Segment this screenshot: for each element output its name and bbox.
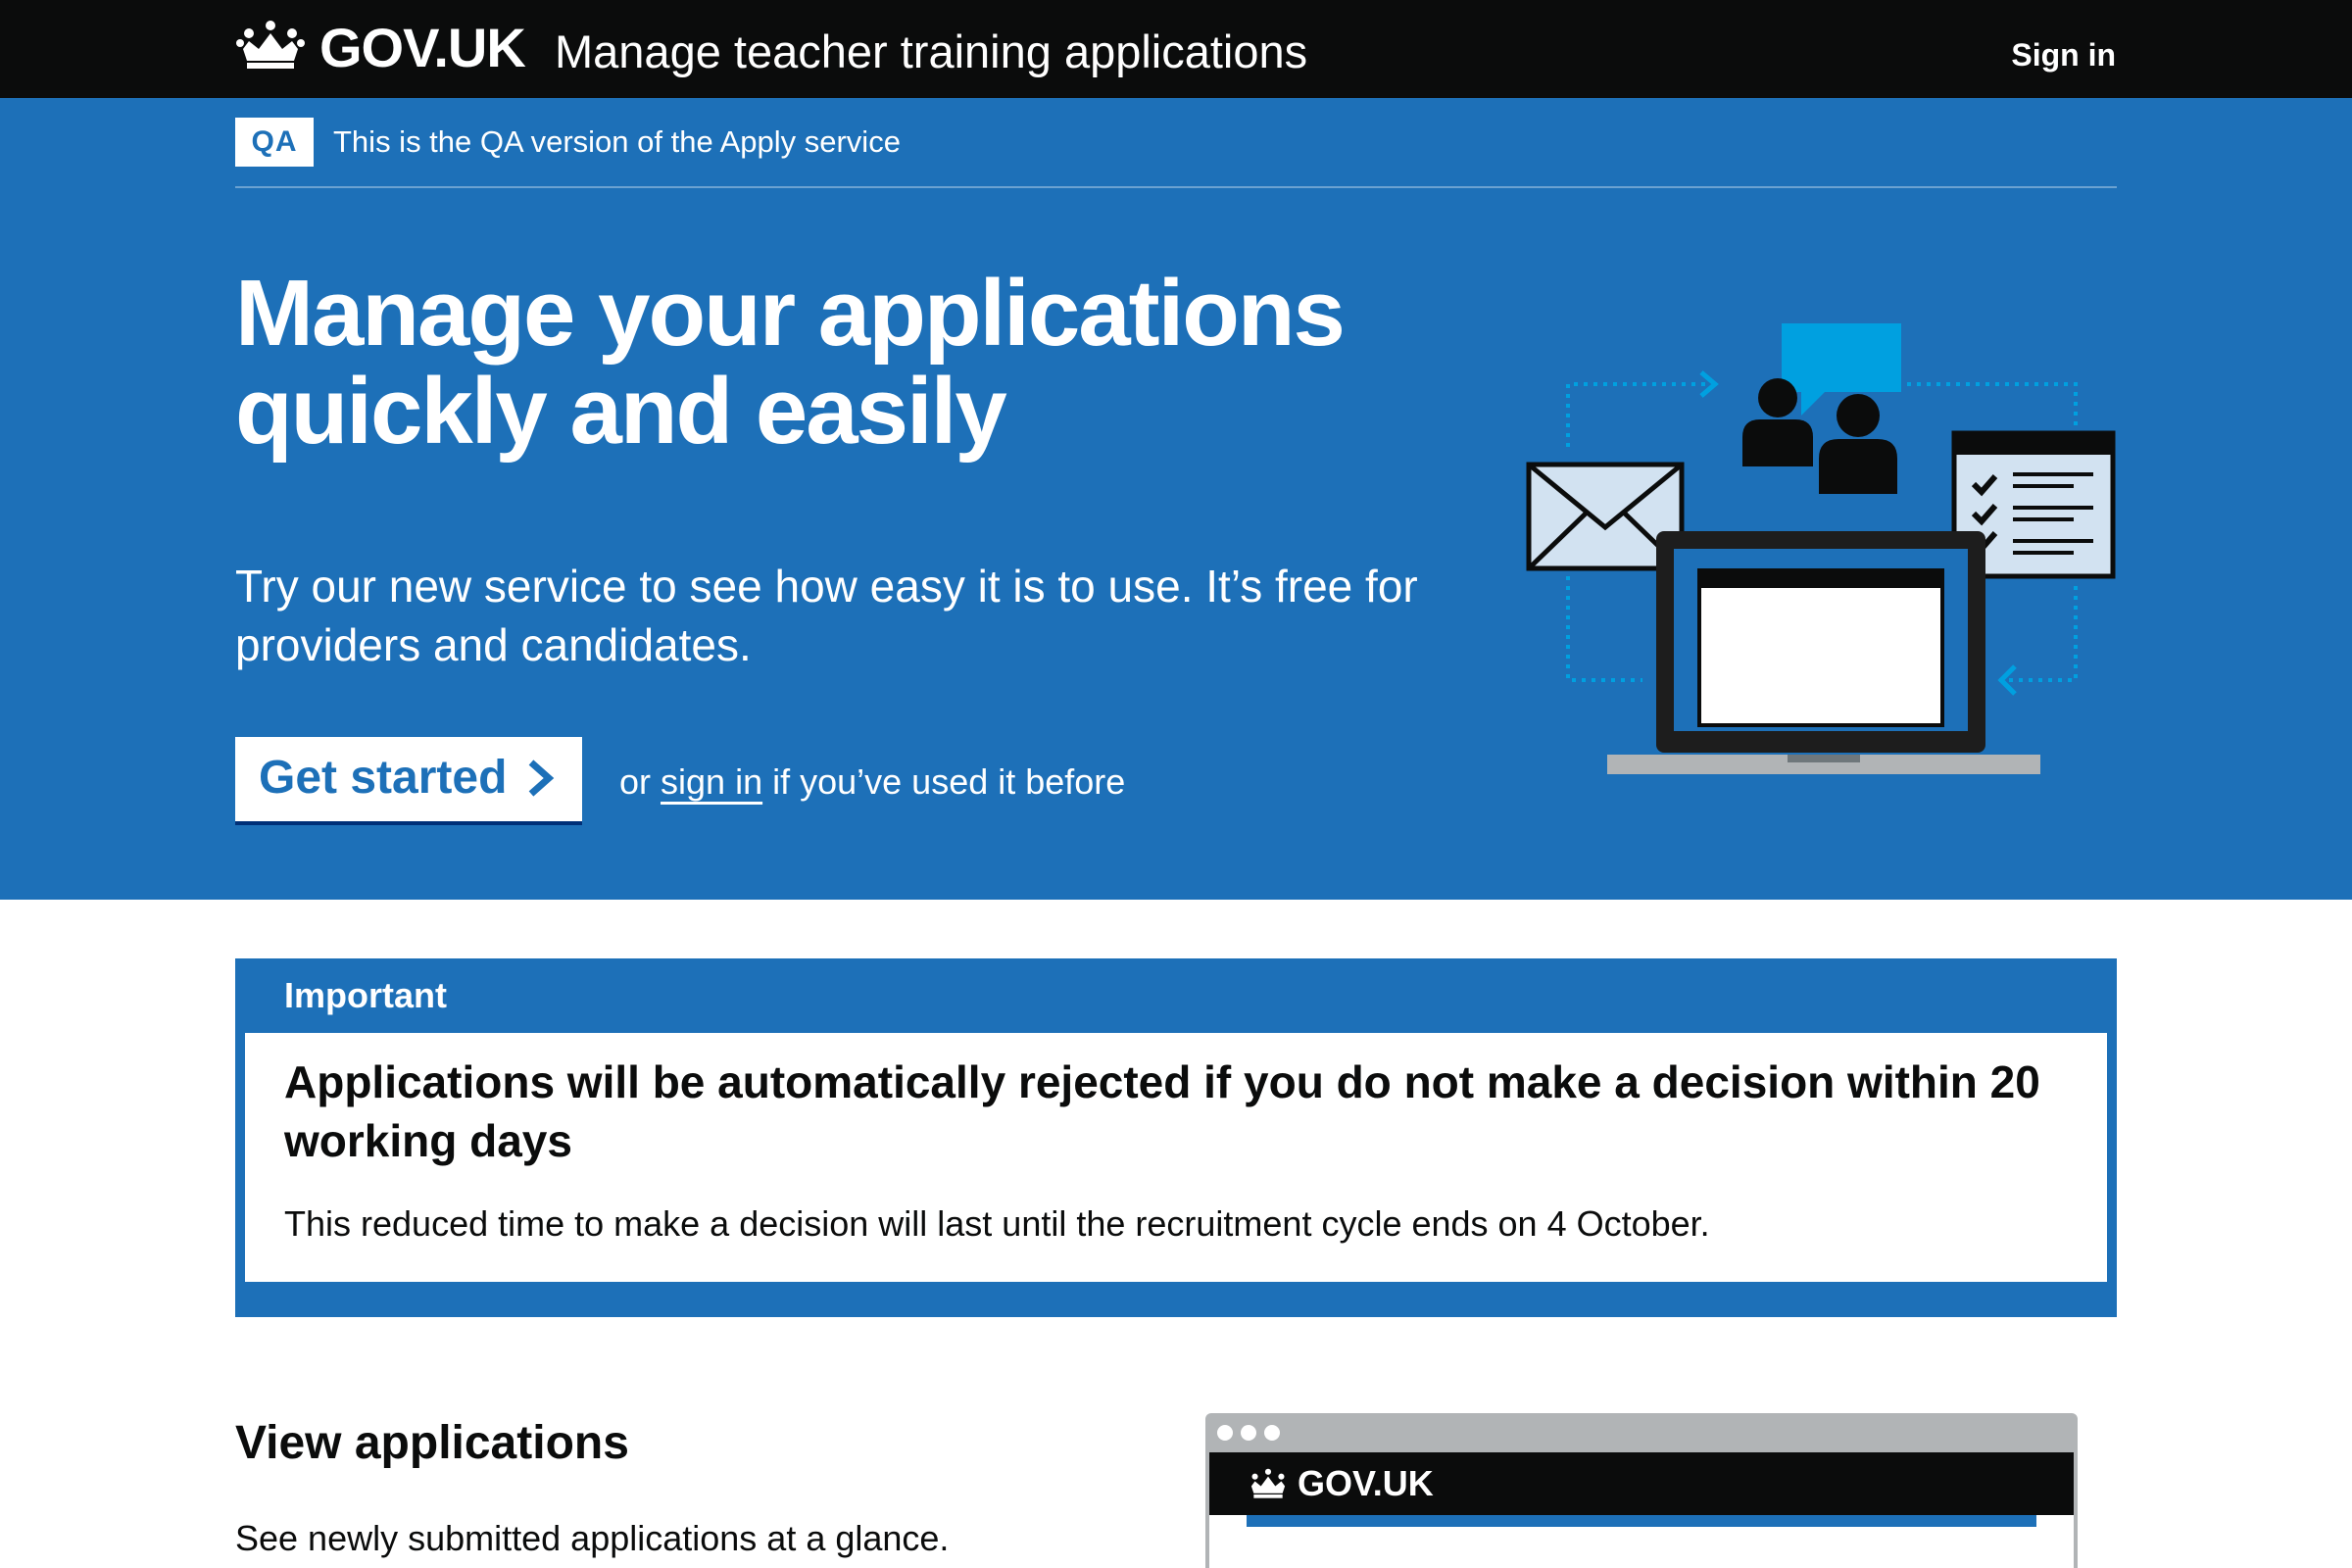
laptop-icon [1607, 531, 2040, 778]
or-prefix: or [619, 761, 652, 802]
hero-title-line-1: Manage your applications [235, 261, 1346, 366]
window-dot [1264, 1425, 1280, 1441]
hero-title: Manage your applications quickly and eas… [235, 265, 1411, 461]
phase-tag: QA [235, 118, 314, 167]
window-dot [1241, 1425, 1256, 1441]
hero-title-line-2: quickly and easily [235, 359, 1007, 464]
govuk-logo[interactable]: GOV.UK [319, 14, 526, 82]
site-header: GOV.UK Manage teacher training applicati… [0, 0, 2352, 98]
get-started-button[interactable]: Get started [235, 737, 582, 821]
phase-banner-divider [235, 186, 2117, 188]
browser-preview: GOV.UK [1205, 1413, 2078, 1568]
get-started-label: Get started [259, 752, 508, 804]
hero-section: QA This is the QA version of the Apply s… [0, 98, 2352, 900]
preview-blue-bar [1247, 1515, 2036, 1527]
browser-window-dots [1217, 1425, 1288, 1446]
view-applications-heading: View applications [235, 1417, 629, 1469]
notification-text: This reduced time to make a decision wil… [284, 1203, 1710, 1244]
important-notification: Important Applications will be automatic… [235, 958, 2117, 1317]
window-dot [1217, 1425, 1233, 1441]
browser-preview-content: GOV.UK [1209, 1452, 2074, 1568]
notification-heading: Applications will be automatically rejec… [284, 1056, 2040, 1166]
phase-banner-text: This is the QA version of the Apply serv… [333, 124, 901, 159]
notification-title: Important [284, 975, 447, 1015]
preview-header: GOV.UK [1209, 1452, 2074, 1515]
notification-content: Applications will be automatically rejec… [245, 1033, 2107, 1282]
crown-icon [236, 21, 305, 69]
hero-sign-in-link[interactable]: sign in [661, 761, 762, 802]
service-name[interactable]: Manage teacher training applications [555, 22, 1307, 82]
header-sign-in-link[interactable]: Sign in [2011, 35, 2116, 74]
preview-govuk-logo: GOV.UK [1298, 1463, 1434, 1503]
speech-bubble-icon [1782, 323, 1901, 416]
chevron-right-icon [528, 760, 555, 797]
or-suffix: if you’ve used it before [772, 761, 1126, 802]
crown-icon [1250, 1468, 1286, 1498]
sign-in-alternative: or sign in if you’ve used it before [619, 755, 1125, 809]
view-applications-text: See newly submitted applications at a gl… [235, 1518, 950, 1558]
hero-lede: Try our new service to see how easy it i… [235, 561, 1418, 670]
hero-illustration [1526, 323, 2116, 778]
